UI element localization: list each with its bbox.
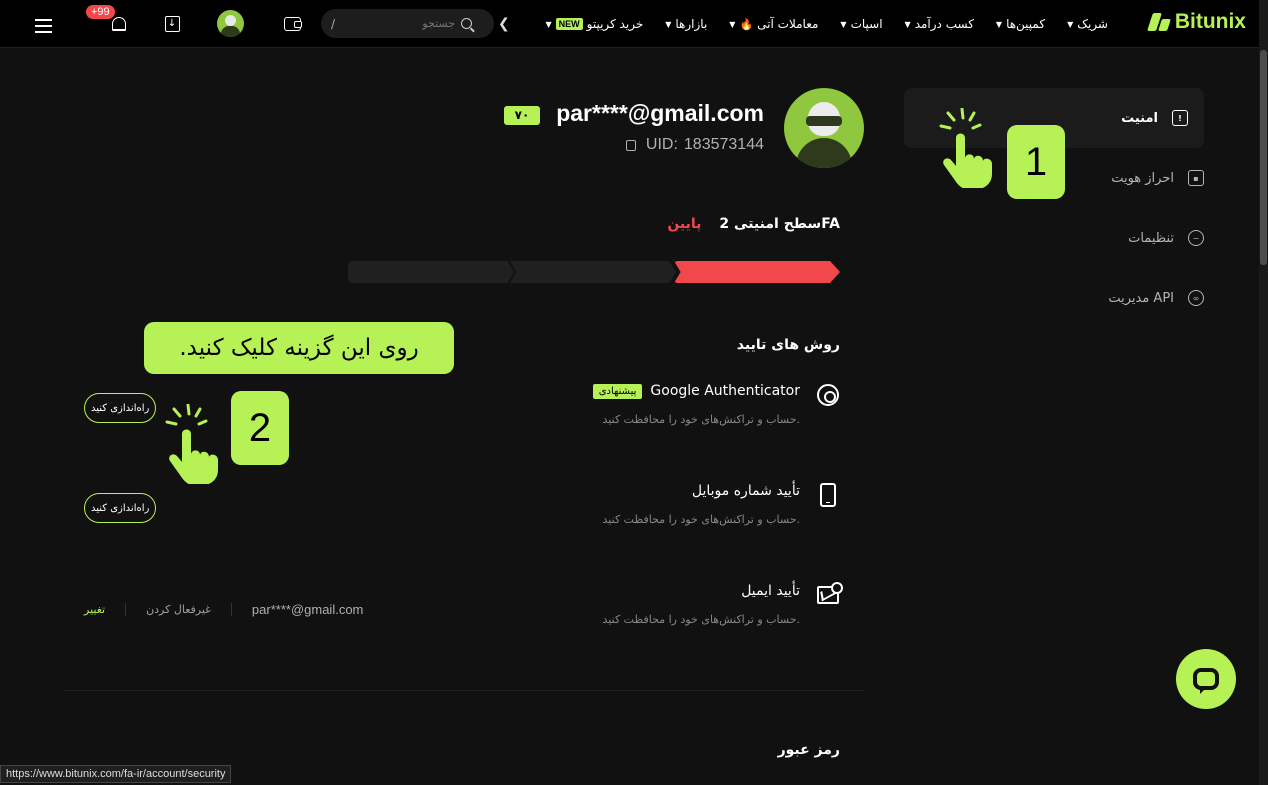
fire-icon: 🔥 [739,17,754,31]
method-title-text: تأیید شماره موبایل [691,483,800,499]
nav-label: کمپین‌ها [1006,17,1046,31]
email-actions-row: تغییر غیرفعال کردن par****@gmail.com [84,598,363,620]
nav-label: بازارها [675,17,708,31]
method-subtitle: حساب و تراکنش‌های خود را محافظت کنید. [602,513,800,526]
nav-spot[interactable]: اسپات ▼ [840,17,882,31]
chevron-down-icon: ▼ [729,19,736,29]
section-divider [64,690,864,691]
nav-label: خرید کریپتو [586,17,644,31]
top-navbar: Bitunix خرید کریپتو NEW ▼ بازارها ▼ معام… [0,0,1268,48]
new-badge: NEW [555,18,583,30]
bell-icon [112,17,126,31]
copy-icon[interactable] [625,139,636,151]
nav-label: شریک [1077,17,1108,31]
step-number-2: 2 [231,391,289,465]
sidebar-item-label: احراز هویت [1111,170,1174,186]
security-bar-segment-high [348,261,514,283]
step-number-1: 1 [1007,125,1065,199]
method-title: تأیید ایمیل [741,583,800,599]
pointing-hand-icon [939,108,992,188]
nav-buy-crypto[interactable]: خرید کریپتو NEW ▼ [545,17,643,31]
method-title-text: Google Authenticator [650,383,800,399]
security-level-label: سطح امنیتی 2FA [719,216,840,232]
logo-text: Bitunix [1174,10,1246,33]
sidebar-item-api[interactable]: ∞ مدیریت API [1108,268,1204,328]
hamburger-menu-button[interactable] [31,14,55,38]
search-input[interactable] [345,17,456,30]
change-email-link[interactable]: تغییر [84,603,105,616]
pointing-hand-icon [165,404,218,484]
nav-label: کسب درآمد [914,17,974,31]
support-chat-button[interactable] [1176,649,1236,709]
method-title: تأیید شماره موبایل [692,483,800,499]
scrollbar-thumb[interactable] [1260,50,1267,265]
nav-futures[interactable]: معاملات آتی 🔥 ▼ [729,17,818,31]
setup-google-authenticator-button[interactable]: راه‌اندازی کنید [84,393,157,423]
user-avatar[interactable] [217,10,244,37]
chevron-down-icon: ▼ [840,19,847,29]
sidebar-item-identity[interactable]: ▪ احراز هویت [1111,148,1204,208]
bitunix-logo-mark [1146,13,1171,31]
nav-earn[interactable]: کسب درآمد ▼ [905,17,974,31]
password-section-title: رمز عبور [777,742,840,758]
search-icon [461,18,473,29]
wallet-icon [283,17,302,31]
profile-email: par****@gmail.com [556,100,764,126]
verified-email: par****@gmail.com [251,601,364,617]
profile-avatar [784,88,864,168]
chevron-down-icon: ▼ [545,19,552,29]
disable-email-link[interactable]: غیرفعال کردن [125,602,232,616]
wallet-button[interactable] [280,12,304,36]
method-mobile: تأیید شماره موبایل حساب و تراکنش‌های خود… [60,483,840,543]
settings-icon: − [1188,230,1204,246]
notification-count-badge: +99 [86,5,115,19]
nav-label: اسپات [850,17,883,31]
uid-value: 183573144 [683,136,764,153]
main-nav: خرید کریپتو NEW ▼ بازارها ▼ معاملات آتی … [545,0,1108,48]
verification-methods-title: روش های تایید [736,337,840,353]
uid-label: UID: [645,136,678,153]
download-app-button[interactable]: ↓ [160,12,184,36]
sidebar-item-settings[interactable]: − تنظیمات [1128,208,1204,268]
chat-icon [1193,668,1219,694]
chevron-down-icon: ▼ [665,19,672,29]
download-icon: ↓ [164,16,180,32]
nav-markets[interactable]: بازارها ▼ [665,17,707,31]
method-subtitle: حساب و تراکنش‌های خود را محافظت کنید. [602,613,800,626]
link-icon: ∞ [1188,290,1204,306]
browser-status-url: https://www.bitunix.com/fa-ir/account/se… [0,765,232,783]
id-card-icon: ▪ [1188,170,1204,186]
bitunix-logo[interactable]: Bitunix [1146,10,1246,34]
sidebar-item-label: مدیریت API [1108,290,1174,306]
nav-partner[interactable]: شریک ▼ [1067,17,1108,31]
sidebar-item-label: امنیت [1121,110,1158,126]
scrollbar[interactable] [1259,0,1268,785]
security-bar-segment-low [674,261,840,283]
chevron-down-icon: ▼ [1067,19,1074,29]
security-level-value: پایین [667,216,702,232]
authenticator-icon [816,383,840,407]
mail-icon [816,582,843,607]
recommended-badge: پیشنهادی [592,383,643,399]
vip-badge: ۷۰ [504,106,540,125]
setup-mobile-button[interactable]: راه‌اندازی کنید [84,493,157,523]
method-title: Google Authenticator پیشنهادی [592,383,800,399]
search-box[interactable]: / [321,9,494,38]
security-level: سطح امنیتی 2FA پایین [667,216,840,232]
sidebar-item-label: تنظیمات [1128,230,1174,246]
chevron-down-icon: ▼ [995,19,1003,29]
nav-campaigns[interactable]: کمپین‌ها ▼ [996,17,1045,31]
nav-label: معاملات آتی [757,17,819,31]
tutorial-callout: روی این گزینه کلیک کنید. [144,322,454,374]
chevron-down-icon: ▼ [904,19,911,29]
method-subtitle: حساب و تراکنش‌های خود را محافظت کنید. [602,413,800,426]
security-bar-segment-medium [510,261,676,283]
search-shortcut: / [331,16,336,31]
phone-icon [816,483,840,507]
nav-scroll-arrow-icon[interactable]: ❮ [498,16,510,32]
shield-icon: ! [1172,110,1188,126]
uid-row: UID: 183573144 [625,136,764,154]
method-title-text: تأیید ایمیل [741,583,800,599]
